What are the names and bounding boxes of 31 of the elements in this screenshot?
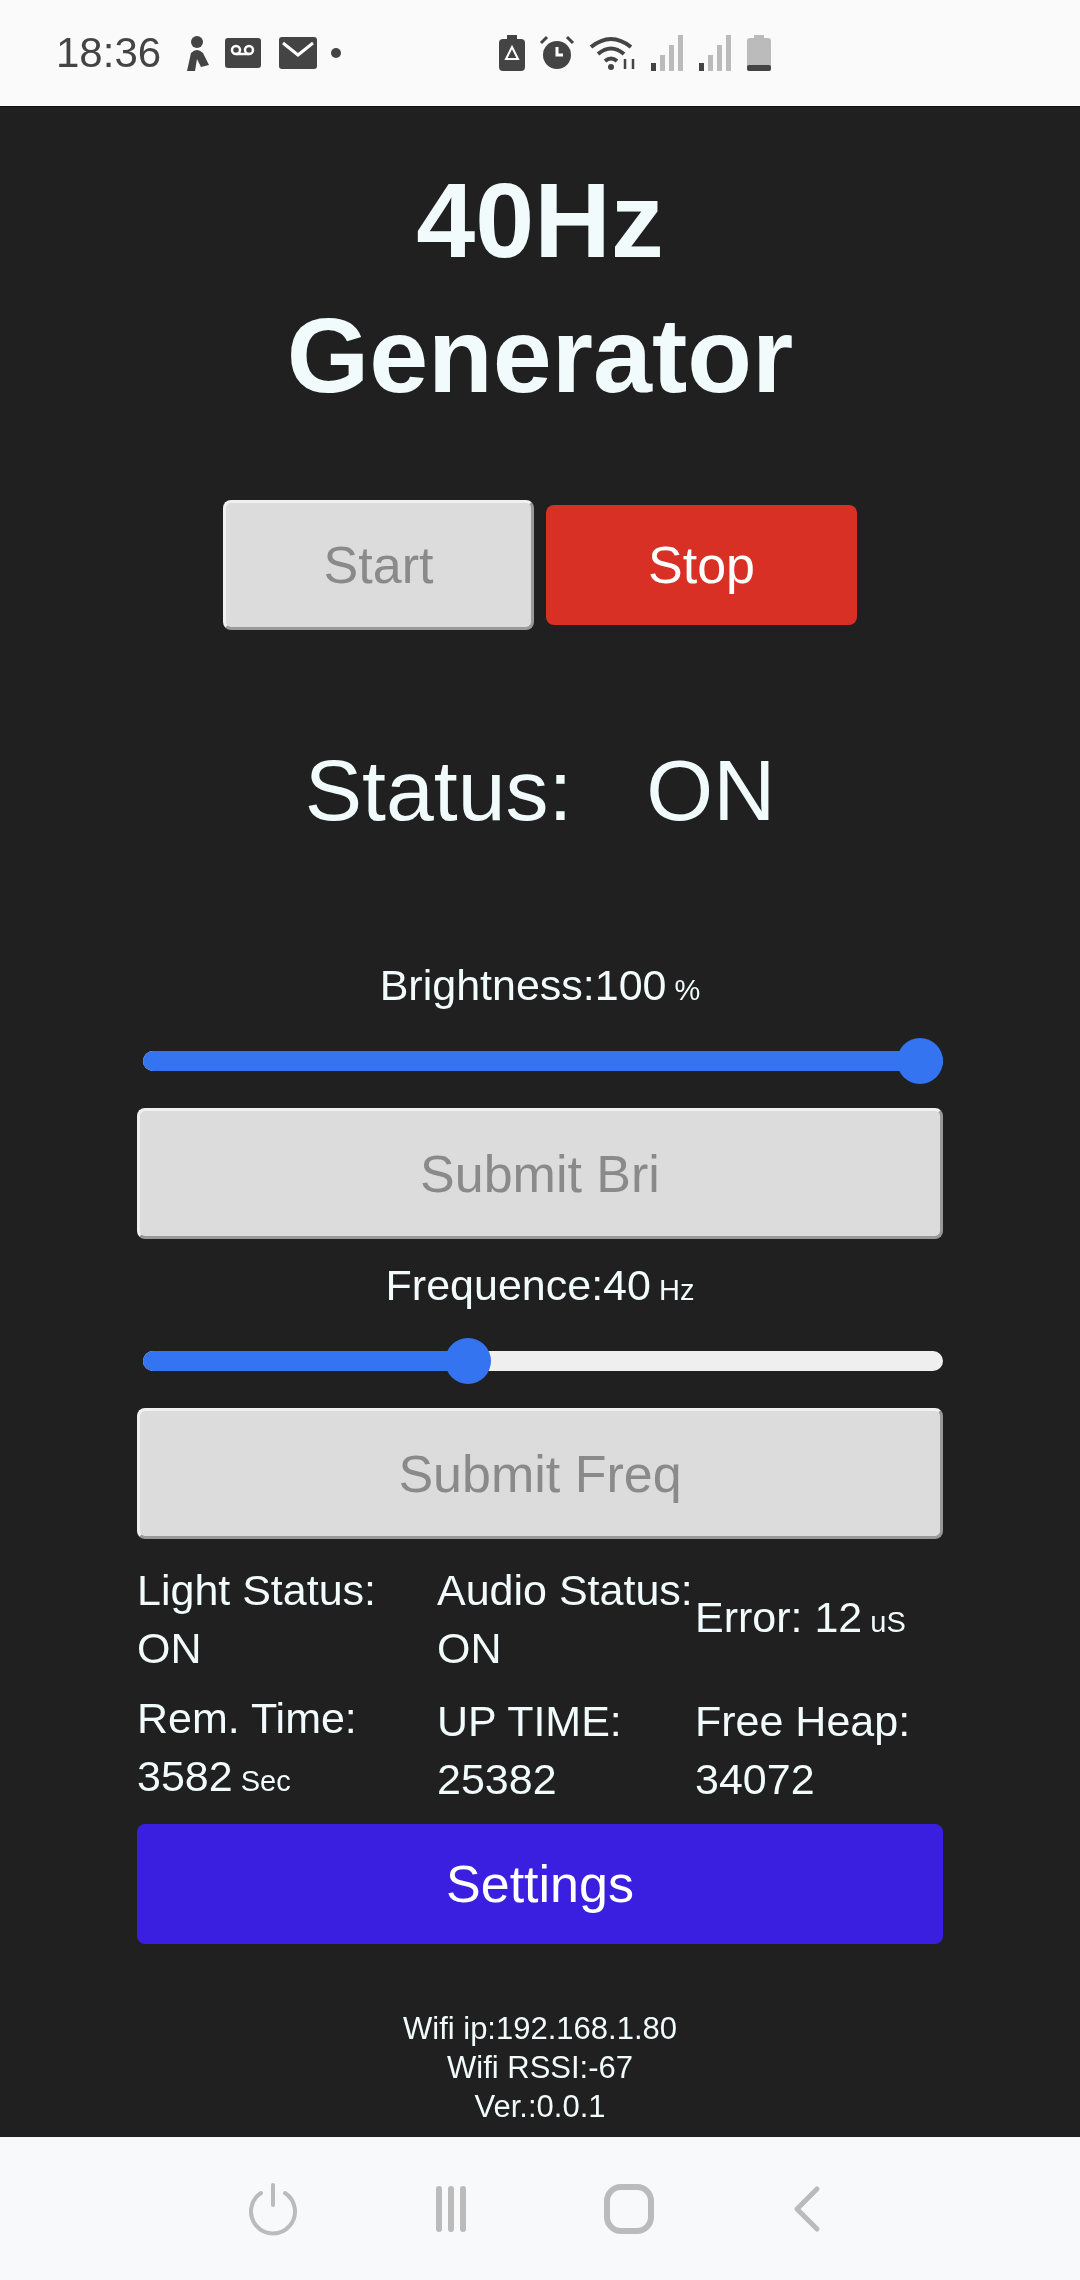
- app-title: Generator: [285, 295, 795, 416]
- submit-button[interactable]: Submit Freq: [137, 1408, 943, 1539]
- battery-icon: [747, 35, 772, 71]
- stat-text: Audio Status: ON: [437, 1565, 694, 1674]
- stat-text: Error: 12 uS: [695, 1591, 907, 1643]
- info-text: Ver.:0.0.1: [474, 2088, 606, 2126]
- slider[interactable]: [143, 1038, 943, 1084]
- slider[interactable]: [143, 1338, 943, 1384]
- signal-icon: [699, 35, 734, 71]
- clock-time: 18:36: [56, 29, 162, 77]
- stat-text: Free Heap: 34072: [695, 1695, 912, 1805]
- stop-button[interactable]: Stop: [546, 505, 857, 625]
- settings-button[interactable]: Settings: [137, 1824, 943, 1944]
- slider-thumb[interactable]: [897, 1038, 943, 1084]
- mail-icon: [279, 37, 318, 69]
- stat-text: Rem. Time: 3582 Sec: [137, 1693, 358, 1802]
- slider-thumb[interactable]: [444, 1338, 491, 1384]
- submit-button[interactable]: Submit Bri: [137, 1108, 943, 1239]
- stat-text: Light Status: ON: [137, 1565, 378, 1674]
- app-title: 40Hz: [415, 160, 665, 281]
- stat-text: UP TIME: 25382: [437, 1695, 623, 1805]
- slider-label: Frequence:40 Hz: [384, 1260, 696, 1311]
- battery-saver-icon: [499, 35, 526, 71]
- info-text: Wifi RSSI:-67: [447, 2049, 633, 2087]
- dot-icon: [331, 48, 342, 58]
- status-text: Status: ON: [303, 741, 777, 840]
- start-button[interactable]: Start: [223, 500, 534, 630]
- slider-label: Brightness:100 %: [378, 960, 702, 1011]
- signal-icon: [651, 35, 686, 71]
- alarm-icon: [539, 35, 576, 71]
- info-text: Wifi ip:192.168.1.80: [403, 2010, 677, 2048]
